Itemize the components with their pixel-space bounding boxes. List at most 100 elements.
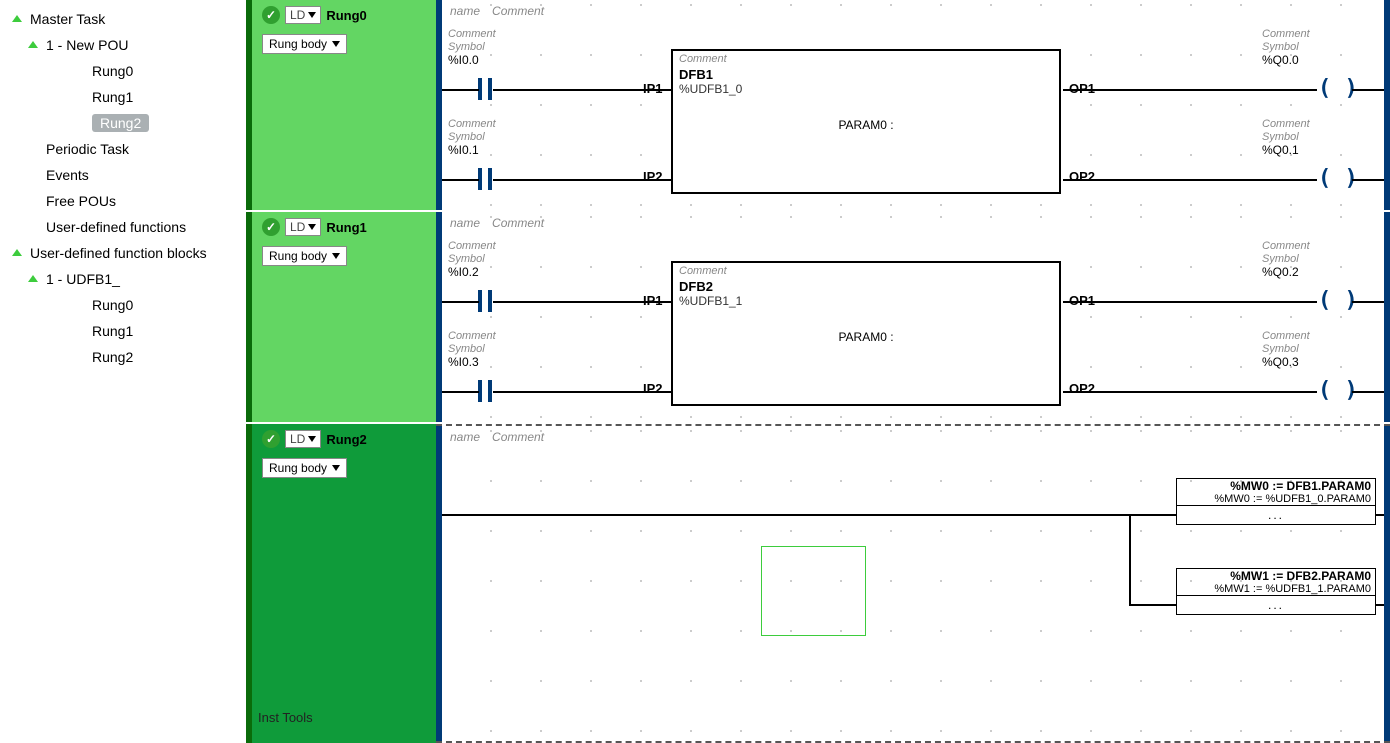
tree-rung1[interactable]: Rung1 <box>4 84 246 110</box>
op-line1: %MW0 := DFB1.PARAM0 <box>1177 479 1375 493</box>
name-ph: name <box>450 4 480 18</box>
pin-op2: OP2 <box>1069 381 1095 396</box>
lang-dropdown[interactable]: LD <box>285 6 321 24</box>
wire <box>1376 514 1384 516</box>
rung0[interactable]: ✓ LD Rung0 Rung body nameComment Comment… <box>246 0 1390 210</box>
selection-box[interactable] <box>761 546 866 636</box>
fb-comment: Comment <box>673 263 1059 279</box>
wire <box>1063 301 1317 303</box>
fb-instance: %UDFB1_1 <box>673 294 1059 308</box>
ladder-editor: ✓ LD Rung0 Rung body nameComment Comment… <box>246 0 1390 743</box>
row-header: nameComment <box>450 216 544 230</box>
wire <box>1129 604 1176 606</box>
tree-periodic[interactable]: Periodic Task <box>4 136 246 162</box>
tree-label: Rung1 <box>92 323 133 339</box>
chevron-down-icon <box>308 436 316 442</box>
contact-label-in2: CommentSymbol%I0.3 <box>448 330 496 369</box>
watermark-text: Inst Tools <box>258 710 313 725</box>
contact-label-in2: CommentSymbol%I0.1 <box>448 118 496 157</box>
fb-param: PARAM0 : <box>673 326 1059 348</box>
rung-title: Rung0 <box>326 8 366 23</box>
right-power-rail <box>1384 0 1390 210</box>
rung1[interactable]: ✓ LD Rung1 Rung body nameComment Comment… <box>246 212 1390 422</box>
wire <box>1352 391 1384 393</box>
tree-udfb-rung2[interactable]: Rung2 <box>4 344 246 370</box>
rung-header: ✓ LD Rung0 Rung body <box>246 0 436 210</box>
tree-label: Master Task <box>30 11 105 27</box>
tree-udfb-rung0[interactable]: Rung0 <box>4 292 246 318</box>
rung-title: Rung1 <box>326 220 366 235</box>
tree-free-pous[interactable]: Free POUs <box>4 188 246 214</box>
wire <box>442 514 1129 516</box>
check-icon: ✓ <box>262 430 280 448</box>
operate-block-1[interactable]: %MW0 := DFB1.PARAM0 %MW0 := %UDFB1_0.PAR… <box>1176 478 1376 525</box>
wire <box>1352 179 1384 181</box>
check-icon: ✓ <box>262 218 280 236</box>
fb-comment: Comment <box>673 51 1059 67</box>
rungbody-dropdown[interactable]: Rung body <box>262 34 347 54</box>
chevron-down-icon <box>308 12 316 18</box>
op-line1: %MW1 := DFB2.PARAM0 <box>1177 569 1375 583</box>
tree-master-task[interactable]: Master Task <box>4 6 246 32</box>
fb-param: PARAM0 : <box>673 114 1059 136</box>
function-block[interactable]: Comment DFB2 %UDFB1_1 PARAM0 : IP1 IP2 O… <box>671 261 1061 406</box>
tree-rung0[interactable]: Rung0 <box>4 58 246 84</box>
rungbody-label: Rung body <box>269 461 327 475</box>
rung-body-canvas[interactable]: nameComment %MW0 := DFB1.PARAM0 %MW0 := … <box>436 424 1390 743</box>
wire <box>442 301 479 303</box>
rung2[interactable]: ✓ LD Rung2 Rung body Inst Tools nameComm… <box>246 424 1390 743</box>
rungbody-label: Rung body <box>269 37 327 51</box>
tree-label: Free POUs <box>46 193 116 209</box>
rungbody-dropdown[interactable]: Rung body <box>262 246 347 266</box>
lang-label: LD <box>290 432 305 446</box>
rung-header: ✓ LD Rung2 Rung body Inst Tools <box>246 424 436 743</box>
pin-ip2: IP2 <box>643 381 663 396</box>
coil-label-out2: CommentSymbol%Q0.1 <box>1262 118 1310 157</box>
rung-header: ✓ LD Rung1 Rung body <box>246 212 436 422</box>
chevron-down-icon <box>332 253 340 259</box>
tree-events[interactable]: Events <box>4 162 246 188</box>
function-block[interactable]: Comment DFB1 %UDFB1_0 PARAM0 : IP1 IP2 O… <box>671 49 1061 194</box>
tree-rung2[interactable]: Rung2 <box>4 110 246 136</box>
right-power-rail <box>1384 426 1390 741</box>
op-line2: %MW0 := %UDFB1_0.PARAM0 <box>1177 493 1375 505</box>
wire <box>1376 604 1384 606</box>
row-header: nameComment <box>450 4 544 18</box>
lang-dropdown[interactable]: LD <box>285 430 321 448</box>
lang-dropdown[interactable]: LD <box>285 218 321 236</box>
contact-label-in1: CommentSymbol%I0.2 <box>448 240 496 279</box>
rungbody-dropdown[interactable]: Rung body <box>262 458 347 478</box>
wire <box>1129 514 1131 604</box>
fb-name: DFB1 <box>673 67 1059 82</box>
spacer <box>26 195 38 207</box>
tree-udfb1[interactable]: 1 - UDFB1_ <box>4 266 246 292</box>
tree-udf[interactable]: User-defined functions <box>4 214 246 240</box>
left-power-rail <box>436 426 442 741</box>
rung-body-canvas[interactable]: nameComment CommentSymbol%I0.0 CommentSy… <box>436 0 1390 210</box>
rung-body-canvas[interactable]: nameComment CommentSymbol%I0.2 CommentSy… <box>436 212 1390 422</box>
spacer <box>72 299 84 311</box>
wire <box>442 391 479 393</box>
spacer <box>72 351 84 363</box>
caret-icon <box>10 247 22 259</box>
tree-new-pou[interactable]: 1 - New POU <box>4 32 246 58</box>
wire <box>442 179 479 181</box>
tree-label: Events <box>46 167 89 183</box>
pin-ip2: IP2 <box>643 169 663 184</box>
wire <box>1063 89 1317 91</box>
tree-label: 1 - UDFB1_ <box>46 271 120 287</box>
chevron-down-icon <box>332 465 340 471</box>
lang-label: LD <box>290 8 305 22</box>
tree-udfb[interactable]: User-defined function blocks <box>4 240 246 266</box>
tree-label: Rung0 <box>92 297 133 313</box>
operate-block-2[interactable]: %MW1 := DFB2.PARAM0 %MW1 := %UDFB1_1.PAR… <box>1176 568 1376 615</box>
spacer <box>26 169 38 181</box>
coil-label-out1: CommentSymbol%Q0.2 <box>1262 240 1310 279</box>
op-dots: ... <box>1177 505 1375 524</box>
tree-label: Rung2 <box>92 349 133 365</box>
wire <box>1352 301 1384 303</box>
tree-udfb-rung1[interactable]: Rung1 <box>4 318 246 344</box>
fb-name: DFB2 <box>673 279 1059 294</box>
row-header: nameComment <box>450 430 544 444</box>
pin-ip1: IP1 <box>643 81 663 96</box>
